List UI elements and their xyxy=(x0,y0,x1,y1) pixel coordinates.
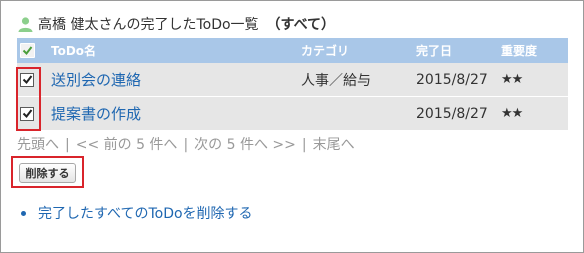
page-title: 高橋 健太 さんの完了したToDo一覧 （すべて） xyxy=(17,14,335,34)
table-header: ToDo名 カテゴリ 完了日 重要度 xyxy=(17,38,568,63)
user-name: 高橋 健太 xyxy=(38,17,99,33)
todo-category: 人事／給与 xyxy=(301,72,371,89)
todo-name-link[interactable]: 提案書の作成 xyxy=(37,103,301,124)
delete-button[interactable]: 削除する xyxy=(19,163,76,183)
column-header-name: ToDo名 xyxy=(51,44,97,58)
delete-all-item: 完了したすべてのToDoを削除する xyxy=(21,203,253,223)
row-checkbox[interactable] xyxy=(20,106,34,121)
select-all-cell xyxy=(17,38,37,63)
todo-date: 2015/8/27 xyxy=(416,105,488,122)
check-icon xyxy=(22,75,32,85)
pager-last: 末尾へ xyxy=(312,137,355,153)
todo-importance: ★★ xyxy=(501,72,523,87)
delete-all-link[interactable]: 完了したすべてのToDoを削除する xyxy=(38,203,253,223)
row-checkbox[interactable] xyxy=(20,72,34,87)
pager-separator: | xyxy=(65,137,70,153)
column-header-category: カテゴリ xyxy=(301,44,350,58)
pager-first: 先頭へ xyxy=(17,137,59,153)
todo-date: 2015/8/27 xyxy=(416,71,488,88)
pager-separator: | xyxy=(183,137,189,153)
pagination: 先頭へ | << 前の 5 件へ | 次の 5 件へ >> | 末尾へ xyxy=(17,134,355,154)
pager-separator: | xyxy=(301,137,307,153)
pager-next: 次の 5 件へ >> xyxy=(194,137,296,153)
table-row: 送別会の連絡 人事／給与 2015/8/27 ★★ xyxy=(17,63,568,97)
bullet-icon xyxy=(21,210,26,216)
column-header-date: 完了日 xyxy=(416,44,453,58)
check-icon xyxy=(22,109,32,119)
user-icon xyxy=(18,16,33,32)
delete-button-highlight: 削除する xyxy=(11,156,84,188)
todo-importance: ★★ xyxy=(501,106,523,121)
completed-todo-panel: 高橋 健太 さんの完了したToDo一覧 （すべて） ToDo名 カテゴリ 完了日… xyxy=(0,0,584,253)
table-row: 提案書の作成 2015/8/27 ★★ xyxy=(17,97,568,131)
todo-name-link[interactable]: 送別会の連絡 xyxy=(37,69,301,90)
check-icon xyxy=(22,46,32,56)
title-text: さんの完了したToDo一覧 xyxy=(98,17,259,33)
todo-table: ToDo名 カテゴリ 完了日 重要度 送別会の連絡 人事／給与 2015/8/2… xyxy=(17,38,568,131)
pager-prev: << 前の 5 件へ xyxy=(75,137,178,153)
select-all-checkbox[interactable] xyxy=(19,43,35,58)
title-scope: （すべて） xyxy=(266,17,336,33)
column-header-importance: 重要度 xyxy=(501,44,538,58)
